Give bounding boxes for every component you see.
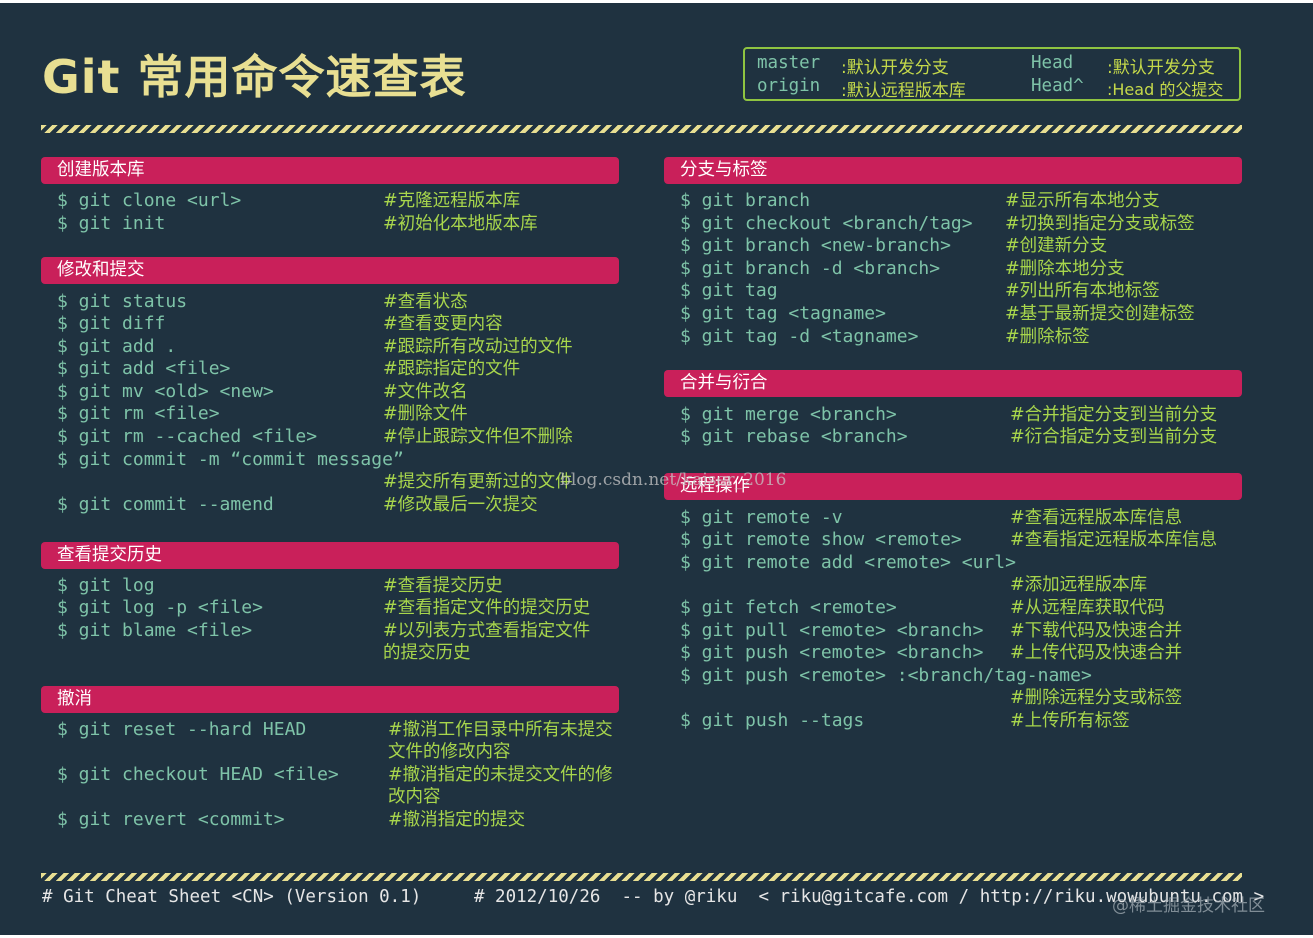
- section-header-merge: 合并与衍合: [664, 370, 1242, 397]
- legend-key: master: [757, 53, 821, 73]
- legend-key: Head: [1031, 53, 1074, 73]
- comment: #基于最新提交创建标签: [1005, 304, 1195, 324]
- legend-desc: :默认远程版本库: [841, 81, 966, 101]
- legend-desc: :默认开发分支: [841, 58, 949, 78]
- section-header-branch: 分支与标签: [664, 157, 1242, 184]
- comment: #创建新分支: [1005, 236, 1108, 256]
- comment: #切换到指定分支或标签: [1005, 214, 1195, 234]
- section-header-modify: 修改和提交: [41, 257, 619, 284]
- comment-continued: 改内容: [388, 787, 441, 807]
- comment: #显示所有本地分支: [1005, 191, 1160, 211]
- command: $ git push <remote> <branch>: [680, 642, 984, 663]
- command: $ git commit -m “commit message”: [57, 449, 404, 470]
- legend-desc: :默认开发分支: [1107, 58, 1215, 78]
- comment: #修改最后一次提交: [383, 495, 538, 515]
- command: $ git log: [57, 575, 155, 596]
- command: $ git remote add <remote> <url>: [680, 552, 1016, 573]
- command: $ git remote show <remote>: [680, 529, 962, 550]
- command: $ git rm --cached <file>: [57, 426, 318, 447]
- comment: #合并指定分支到当前分支: [1010, 405, 1218, 425]
- comment: #上传所有标签: [1010, 711, 1130, 731]
- comment: #跟踪指定的文件: [383, 359, 521, 379]
- comment: #撤消指定的未提交文件的修: [388, 765, 613, 785]
- command: $ git tag: [680, 280, 778, 301]
- command: $ git clone <url>: [57, 190, 242, 211]
- command: $ git rm <file>: [57, 403, 220, 424]
- comment: #删除文件: [383, 404, 468, 424]
- page-title: Git 常用命令速查表: [42, 50, 467, 104]
- legend-desc: :Head 的父提交: [1107, 80, 1224, 99]
- command: $ git checkout HEAD <file>: [57, 764, 339, 785]
- comment: #查看指定文件的提交历史: [383, 598, 591, 618]
- comment: #查看变更内容: [383, 314, 503, 334]
- command: $ git pull <remote> <branch>: [680, 620, 984, 641]
- comment: #查看指定远程版本库信息: [1010, 530, 1218, 550]
- command: $ git commit --amend: [57, 494, 274, 515]
- top-divider: [41, 125, 1242, 133]
- comment-continued: 的提交历史: [383, 643, 471, 663]
- corner-watermark: @稀土掘金技术社区: [1112, 896, 1265, 916]
- legend-key: origin: [757, 76, 821, 96]
- comment: #撤消工作目录中所有未提交: [388, 720, 613, 740]
- command: $ git log -p <file>: [57, 597, 263, 618]
- footer: # Git Cheat Sheet <CN> (Version 0.1) # 2…: [42, 887, 1265, 907]
- section-header-undo: 撤消: [41, 686, 619, 713]
- comment: #查看状态: [383, 292, 468, 312]
- legend-box: master :默认开发分支 Head :默认开发分支 origin :默认远程…: [743, 47, 1241, 101]
- comment: #文件改名: [383, 382, 468, 402]
- command: $ git rebase <branch>: [680, 426, 908, 447]
- command: $ git add <file>: [57, 358, 231, 379]
- comment-continued: 文件的修改内容: [388, 742, 511, 762]
- command: $ git merge <branch>: [680, 404, 897, 425]
- section-header-history: 查看提交历史: [41, 542, 619, 569]
- comment: #衍合指定分支到当前分支: [1010, 427, 1218, 447]
- section-header-create: 创建版本库: [41, 157, 619, 184]
- command: $ git push --tags: [680, 710, 865, 731]
- command: $ git push <remote> :<branch/tag-name>: [680, 665, 1092, 686]
- command: $ git tag <tagname>: [680, 303, 886, 324]
- command: $ git branch -d <branch>: [680, 258, 941, 279]
- command: $ git checkout <branch/tag>: [680, 213, 973, 234]
- command: $ git reset --hard HEAD: [57, 719, 307, 740]
- watermark: blog.csdn.net/kaiser_2016: [560, 470, 787, 490]
- comment: #跟踪所有改动过的文件: [383, 337, 573, 357]
- comment: #删除本地分支: [1005, 259, 1125, 279]
- comment: #提交所有更新过的文件: [383, 472, 573, 492]
- command: $ git fetch <remote>: [680, 597, 897, 618]
- comment: #查看远程版本库信息: [1010, 508, 1183, 528]
- command: $ git status: [57, 291, 188, 312]
- comment: #上传代码及快速合并: [1010, 643, 1183, 663]
- command: $ git add .: [57, 336, 177, 357]
- command: $ git revert <commit>: [57, 809, 285, 830]
- command: $ git tag -d <tagname>: [680, 326, 919, 347]
- comment: #从远程库获取代码: [1010, 598, 1165, 618]
- command: $ git remote -v: [680, 507, 843, 528]
- comment: #添加远程版本库: [1010, 575, 1148, 595]
- comment: #停止跟踪文件但不删除: [383, 427, 573, 447]
- comment: #下载代码及快速合并: [1010, 621, 1183, 641]
- cheat-sheet: Git 常用命令速查表 master :默认开发分支 Head :默认开发分支 …: [0, 3, 1313, 935]
- command: $ git diff: [57, 313, 166, 334]
- comment: #列出所有本地标签: [1005, 281, 1160, 301]
- command: $ git branch: [680, 190, 811, 211]
- legend-key: Head^: [1031, 76, 1084, 96]
- comment: #克隆远程版本库: [383, 191, 521, 211]
- comment: #撤消指定的提交: [388, 810, 526, 830]
- comment: #初始化本地版本库: [383, 214, 538, 234]
- command: $ git mv <old> <new>: [57, 381, 274, 402]
- command: $ git branch <new-branch>: [680, 235, 951, 256]
- command: $ git blame <file>: [57, 620, 253, 641]
- comment: #以列表方式查看指定文件: [383, 621, 591, 641]
- comment: #查看提交历史: [383, 576, 503, 596]
- comment: #删除标签: [1005, 327, 1090, 347]
- bottom-divider: [41, 873, 1242, 881]
- command: $ git init: [57, 213, 166, 234]
- comment: #删除远程分支或标签: [1010, 688, 1183, 708]
